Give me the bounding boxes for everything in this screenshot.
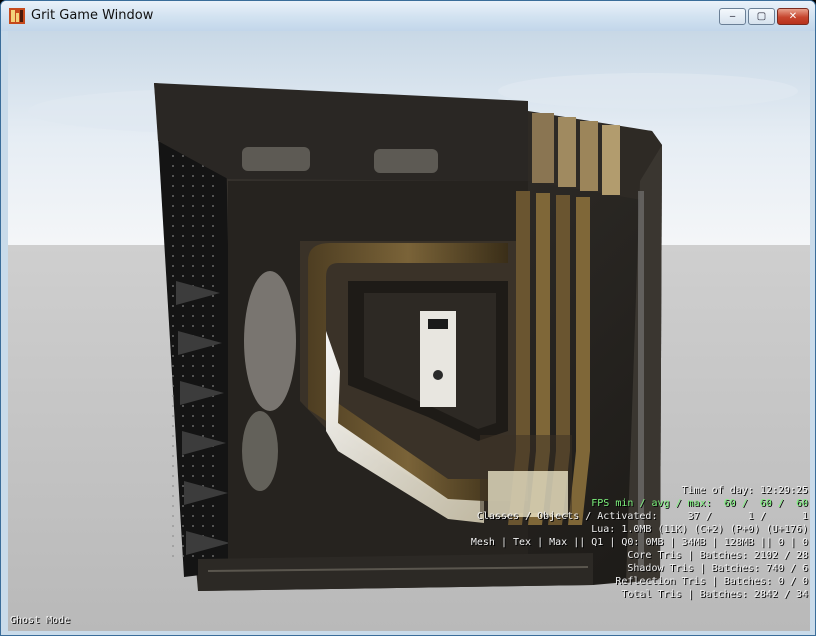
game-window: Grit Game Window ‒ ▢ ✕ Time of day: 12:2… <box>0 0 816 636</box>
memory-readout: Mesh | Tex | Max || Q1 | Q0: 0MB | 34MB … <box>470 537 808 548</box>
total-tris-readout: Total Tris | Batches: 2842 / 34 <box>621 589 808 600</box>
lua-memory-readout: Lua: 1.0MB (11K) (C+2) (P+0) (U+176) <box>591 524 808 535</box>
objects-readout: Classes / Objects / Activated: 37 / 1 / … <box>476 511 808 522</box>
fps-readout: FPS min / avg / max: 60 / 60 / 60 <box>591 498 808 509</box>
game-viewport[interactable]: Time of day: 12:29:25 FPS min / avg / ma… <box>8 31 810 631</box>
title-bar[interactable]: Grit Game Window ‒ ▢ ✕ <box>1 1 815 31</box>
minimize-button[interactable]: ‒ <box>719 8 746 25</box>
ghost-mode-label: Ghost Mode <box>10 615 71 626</box>
reflection-tris-readout: Reflection Tris | Batches: 0 / 0 <box>615 576 808 587</box>
close-icon: ✕ <box>788 11 798 22</box>
maximize-button[interactable]: ▢ <box>748 8 775 25</box>
time-of-day-readout: Time of day: 12:29:25 <box>681 485 808 496</box>
core-tris-readout: Core Tris | Batches: 2102 / 28 <box>627 550 808 561</box>
grit-app-icon[interactable] <box>9 8 25 24</box>
shadow-tris-readout: Shadow Tris | Batches: 740 / 6 <box>627 563 808 574</box>
maximize-icon: ▢ <box>756 11 767 22</box>
minimize-icon: ‒ <box>729 11 736 22</box>
close-button[interactable]: ✕ <box>777 8 809 25</box>
window-title: Grit Game Window <box>31 8 154 23</box>
